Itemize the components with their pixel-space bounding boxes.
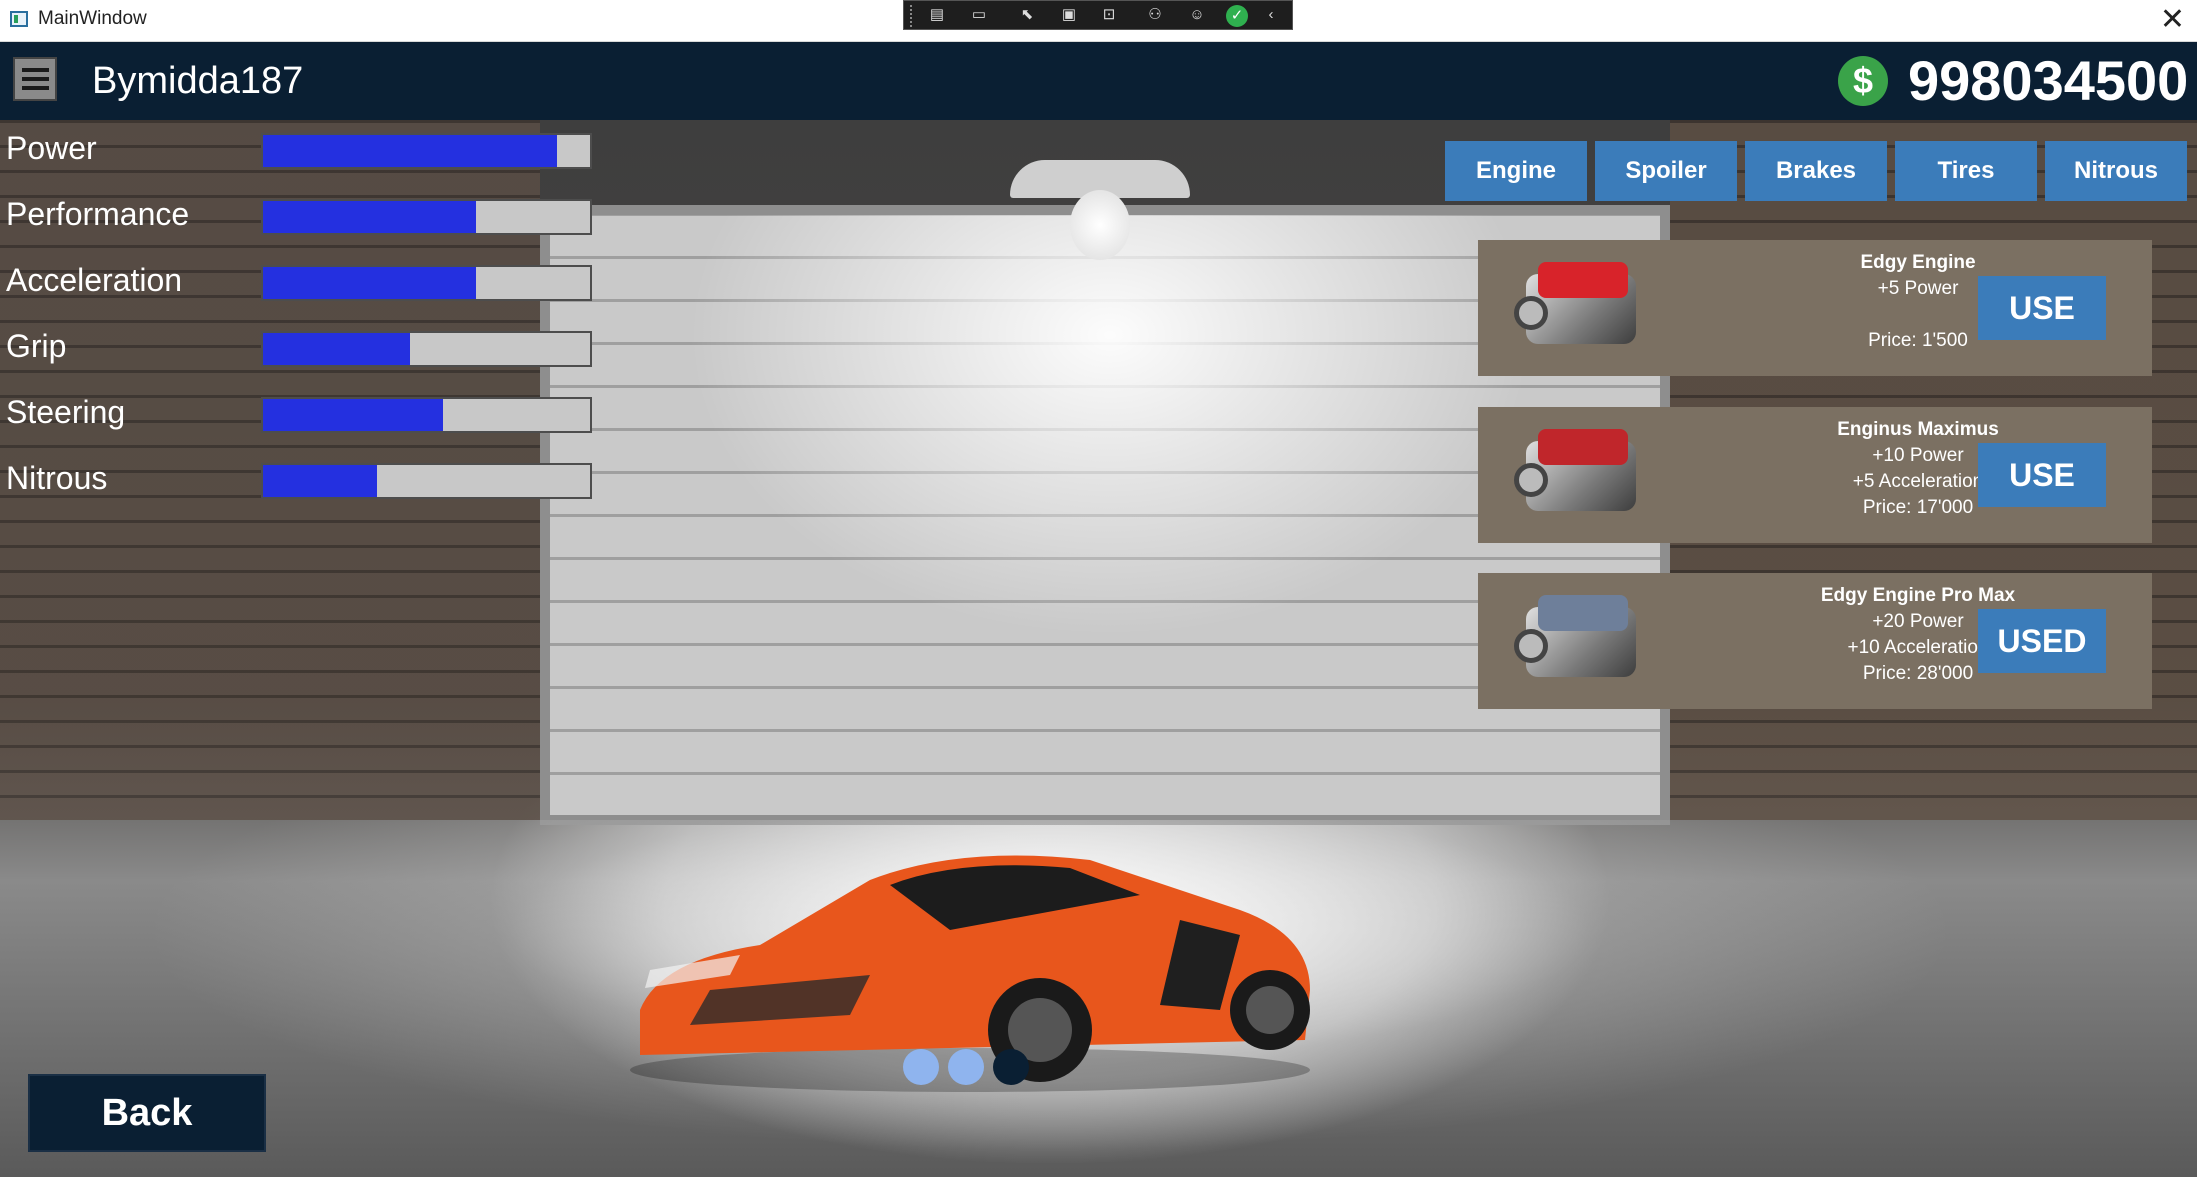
- window-title: MainWindow: [38, 8, 147, 29]
- stat-label-nitrous: Nitrous: [6, 460, 108, 496]
- item-name: Edgy Engine: [1860, 252, 1976, 273]
- stat-bar-fill: [263, 201, 476, 233]
- stat-bar-fill: [263, 333, 411, 365]
- dollar-coin-icon: $: [1838, 56, 1888, 106]
- back-button[interactable]: Back: [28, 1074, 266, 1152]
- hamburger-line: [22, 68, 49, 72]
- hamburger-line: [22, 86, 49, 90]
- pager-dot[interactable]: [993, 1049, 1029, 1085]
- stat-bar-performance: [261, 199, 592, 235]
- pager-dot[interactable]: [948, 1049, 984, 1085]
- use-button[interactable]: USE: [1978, 276, 2106, 340]
- upgrade-card: Edgy Engine Pro Max +20 Power +10 Accelera…: [1478, 573, 2152, 709]
- tab-engine[interactable]: Engine: [1445, 141, 1587, 201]
- hamburger-menu-button[interactable]: [13, 57, 57, 101]
- engine-image: [1508, 417, 1658, 535]
- app-header: Bymidda187 $ 998034500: [0, 42, 2197, 120]
- tab-tires[interactable]: Tires: [1895, 141, 2037, 201]
- stat-label-steering: Steering: [6, 394, 126, 430]
- layout-adorner-icon[interactable]: ▣: [1058, 6, 1080, 24]
- engine-pulley: [1514, 463, 1548, 497]
- used-button[interactable]: USED: [1978, 609, 2106, 673]
- stat-bar-fill: [263, 399, 443, 431]
- stat-label-acceleration: Acceleration: [6, 262, 183, 298]
- toolbar-grip-icon[interactable]: [910, 5, 916, 27]
- tab-nitrous[interactable]: Nitrous: [2045, 141, 2187, 201]
- stat-bar-power: [261, 133, 592, 169]
- balance-amount: 998034500: [1908, 49, 2189, 112]
- upgrade-card: Edgy Engine +5 Power Price: 1'500 USE: [1478, 240, 2152, 376]
- select-element-icon[interactable]: ⬉: [1016, 6, 1038, 24]
- ceiling-lamp: [1010, 120, 1190, 270]
- collapse-chevron-icon[interactable]: ‹: [1260, 6, 1282, 24]
- stat-bar-steering: [261, 397, 592, 433]
- stat-label-grip: Grip: [6, 328, 67, 364]
- stat-bar-fill: [263, 135, 558, 167]
- engine-cover: [1538, 595, 1628, 631]
- engine-cover: [1538, 262, 1628, 298]
- stat-bar-fill: [263, 267, 476, 299]
- hamburger-line: [22, 77, 49, 81]
- upgrade-card: Enginus Maximus +10 Power +5 Acceleration P…: [1478, 407, 2152, 543]
- tab-brakes[interactable]: Brakes: [1745, 141, 1887, 201]
- close-icon[interactable]: ✕: [2160, 2, 2185, 37]
- use-button[interactable]: USE: [1978, 443, 2106, 507]
- binding-failures-icon[interactable]: ⚇: [1144, 6, 1166, 24]
- engine-pulley: [1514, 296, 1548, 330]
- engine-cover: [1538, 429, 1628, 465]
- lamp-bulb: [1070, 190, 1130, 260]
- app-icon: [10, 11, 28, 27]
- live-tree-icon[interactable]: ▤: [926, 6, 948, 24]
- stat-label-performance: Performance: [6, 196, 190, 232]
- accessibility-icon[interactable]: ☺: [1186, 6, 1208, 24]
- stat-label-power: Power: [6, 130, 97, 166]
- track-focus-icon[interactable]: ⊡: [1098, 6, 1120, 24]
- pager-dot[interactable]: [903, 1049, 939, 1085]
- stat-bar-grip: [261, 331, 592, 367]
- checkmark-icon[interactable]: ✓: [1226, 5, 1248, 27]
- stat-bar-acceleration: [261, 265, 592, 301]
- stat-bar-nitrous: [261, 463, 592, 499]
- item-name: Edgy Engine Pro Max: [1820, 585, 2016, 606]
- item-name: Enginus Maximus: [1837, 419, 1999, 440]
- stat-bar-fill: [263, 465, 378, 497]
- tab-spoiler[interactable]: Spoiler: [1595, 141, 1737, 201]
- debug-toolbar: ▤ ▭ ⬉ ▣ ⊡ ⚇ ☺ ✓ ‹: [903, 0, 1293, 30]
- engine-pulley: [1514, 629, 1548, 663]
- engine-image: [1508, 250, 1658, 368]
- window-title-bar: MainWindow ▤ ▭ ⬉ ▣ ⊡ ⚇ ☺ ✓ ‹ ✕: [0, 0, 2197, 42]
- username-label: Bymidda187: [92, 60, 304, 102]
- engine-image: [1508, 583, 1658, 701]
- record-icon[interactable]: ▭: [968, 6, 990, 24]
